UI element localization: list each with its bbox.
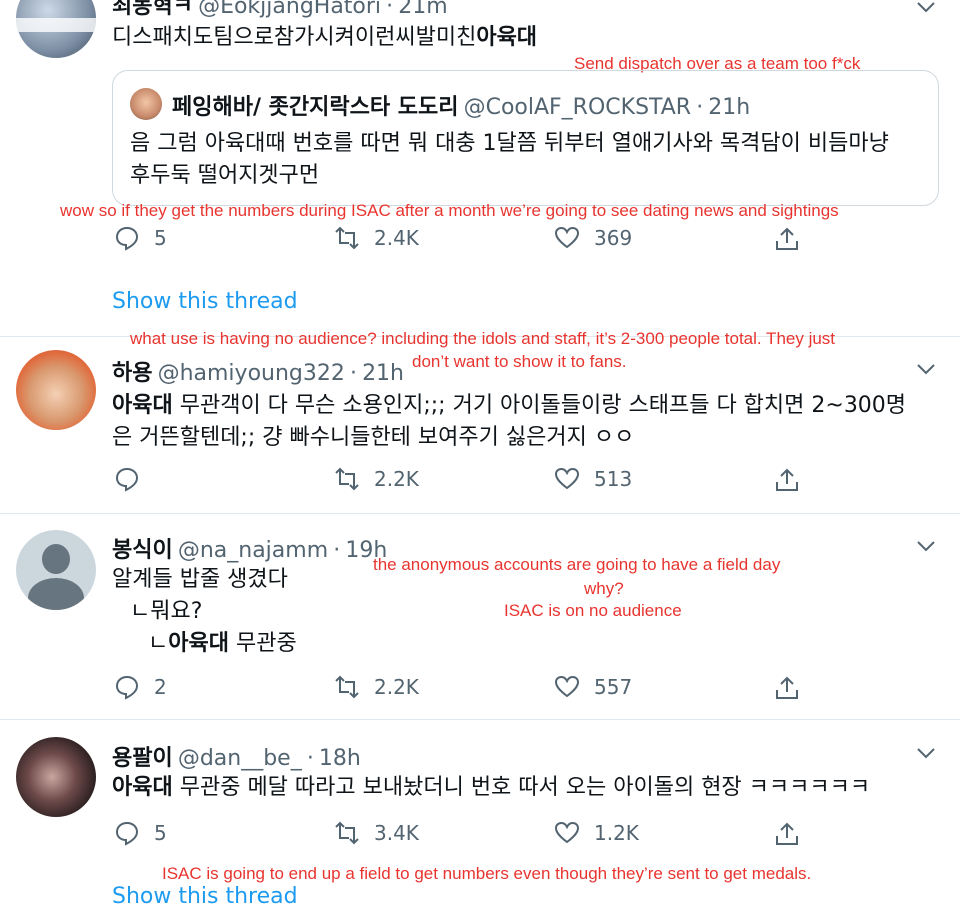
heart-icon xyxy=(554,675,580,698)
tweet-text: 디스패치도팀으로참가시켜이런씨발미친 xyxy=(112,25,477,50)
reply-icon xyxy=(115,226,139,251)
avatar[interactable] xyxy=(16,737,96,817)
share-icon[interactable] xyxy=(774,467,800,493)
display-name[interactable]: 하용 xyxy=(112,361,152,386)
separator: · xyxy=(349,361,357,386)
translation-note: what use is having no audience? includin… xyxy=(130,329,836,348)
like-count: 557 xyxy=(594,675,633,699)
translation-note: ISAC is on no audience xyxy=(504,601,682,620)
tweet-text: 무관중 메달 따라고 보내놨더니 번호 따서 오는 아이돌의 현장 ㅋㅋㅋㅋㅋㅋ xyxy=(172,775,871,800)
reply-button[interactable]: 5 xyxy=(114,820,167,846)
divider xyxy=(0,719,960,720)
quote-timestamp[interactable]: 21h xyxy=(708,95,750,120)
hashtag-text: 아육대 xyxy=(112,775,173,800)
retweet-button[interactable]: 2.2K xyxy=(334,466,419,492)
hashtag-text: 아육대 xyxy=(168,631,229,656)
quote-text-line: 음 그럼 아육대때 번호를 따면 뭐 대충 1달쯤 뒤부터 열애기사와 목격담이… xyxy=(130,131,889,156)
display-name[interactable]: 최동혁ㅋ xyxy=(112,0,193,19)
user-handle[interactable]: @EokjjangHatori xyxy=(198,0,381,19)
timestamp[interactable]: 21h xyxy=(362,361,404,386)
share-icon[interactable] xyxy=(774,675,800,701)
retweet-button[interactable]: 2.4K xyxy=(334,225,419,251)
like-count: 1.2K xyxy=(594,821,639,845)
share-icon[interactable] xyxy=(774,226,800,252)
reply-button[interactable] xyxy=(114,466,154,492)
translation-note: why? xyxy=(584,579,624,598)
translation-note: ISAC is going to end up a field to get n… xyxy=(162,864,812,883)
retweet-button[interactable]: 2.2K xyxy=(334,674,419,700)
separator: · xyxy=(306,746,314,771)
chevron-down-icon[interactable] xyxy=(916,0,936,14)
reply-icon xyxy=(115,675,139,700)
timestamp[interactable]: 21m xyxy=(398,0,447,19)
reply-count: 5 xyxy=(154,821,167,845)
tweet-text: 무관중 xyxy=(228,631,297,656)
tweet-text: ㄴ xyxy=(148,631,169,656)
hashtag-text: 아육대 xyxy=(476,25,538,50)
reply-icon xyxy=(115,821,139,846)
like-count: 513 xyxy=(594,467,633,491)
quote-text-line: 후두둑 떨어지겟구먼 xyxy=(130,163,320,188)
separator: · xyxy=(386,0,394,19)
retweet-count: 2.4K xyxy=(374,226,419,250)
separator: · xyxy=(333,538,341,563)
separator: · xyxy=(696,95,704,120)
retweet-button[interactable]: 3.4K xyxy=(334,820,419,846)
chevron-down-icon[interactable] xyxy=(916,539,936,553)
hashtag-text: 아육대 xyxy=(112,393,173,418)
heart-icon xyxy=(554,821,580,844)
reply-icon xyxy=(115,467,139,492)
like-count: 369 xyxy=(594,226,633,250)
retweet-icon xyxy=(335,467,359,491)
avatar[interactable] xyxy=(16,530,96,610)
reply-button[interactable]: 5 xyxy=(114,225,167,251)
retweet-icon xyxy=(335,675,359,699)
heart-icon xyxy=(554,226,580,249)
divider xyxy=(0,513,960,514)
retweet-count: 3.4K xyxy=(374,821,419,845)
reply-count: 5 xyxy=(154,226,167,250)
display-name[interactable]: 용팔이 xyxy=(112,746,173,771)
heart-icon xyxy=(554,467,580,490)
quote-avatar[interactable] xyxy=(130,88,162,120)
user-handle[interactable]: @dan__be_ xyxy=(178,746,302,771)
avatar[interactable] xyxy=(16,0,96,58)
like-button[interactable]: 369 xyxy=(554,225,632,251)
retweet-count: 2.2K xyxy=(374,675,419,699)
like-button[interactable]: 513 xyxy=(554,466,632,492)
user-handle[interactable]: @hamiyoung322 xyxy=(158,361,345,386)
user-handle[interactable]: @na_najamm xyxy=(178,538,328,563)
chevron-down-icon[interactable] xyxy=(916,746,936,760)
like-button[interactable]: 557 xyxy=(554,674,632,700)
translation-note: don’t want to show it to fans. xyxy=(412,352,627,371)
show-thread-link[interactable]: Show this thread xyxy=(112,289,298,314)
translation-note: the anonymous accounts are going to have… xyxy=(373,555,781,574)
translation-note: wow so if they get the numbers during IS… xyxy=(60,201,839,220)
quote-handle[interactable]: @CoolAF_ROCKSTAR xyxy=(464,95,692,120)
reply-button[interactable]: 2 xyxy=(114,674,167,700)
quote-display-name[interactable]: 페잉해바/ 좃간지락스타 도도리 xyxy=(172,95,458,120)
chevron-down-icon[interactable] xyxy=(916,362,936,376)
tweet-text: 무관객이 다 무슨 소용인지;;; 거기 아이돌들이랑 스태프들 다 합치면 2… xyxy=(172,393,907,418)
tweet-text: 은 거뜬할텐데;; 걍 빠수니들한테 보여주기 싫은거지 ㅇㅇ xyxy=(112,425,635,450)
tweet-text: ㄴ뭐요? xyxy=(130,599,203,624)
show-thread-link[interactable]: Show this thread xyxy=(112,884,298,909)
tweet-text: 알계들 밥줄 생겼다 xyxy=(112,567,288,592)
retweet-icon xyxy=(335,821,359,845)
reply-count: 2 xyxy=(154,675,167,699)
like-button[interactable]: 1.2K xyxy=(554,820,639,846)
retweet-count: 2.2K xyxy=(374,467,419,491)
avatar[interactable] xyxy=(16,350,96,430)
timestamp[interactable]: 18h xyxy=(319,746,361,771)
display-name[interactable]: 봉식이 xyxy=(112,538,173,563)
share-icon[interactable] xyxy=(774,821,800,847)
retweet-icon xyxy=(335,226,359,250)
